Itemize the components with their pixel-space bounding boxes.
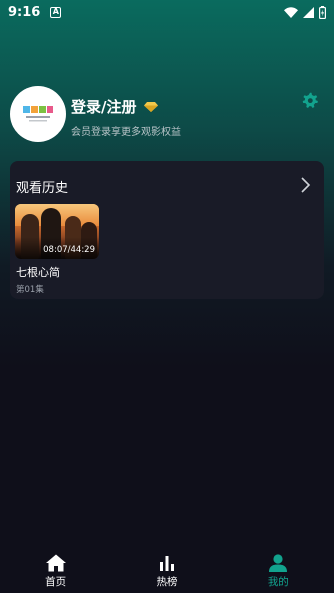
status-time: 9:16 [8, 4, 41, 20]
nav-mine[interactable]: 我的 [223, 550, 334, 593]
history-card: 观看历史 08:07/44:29 七根心简 第01集 [10, 161, 324, 299]
login-subtitle: 会员登录享更多观影权益 [71, 127, 181, 138]
login-register-link[interactable]: 登录/注册 [71, 96, 159, 117]
history-thumbnail[interactable]: 08:07/44:29 [15, 204, 99, 259]
avatar[interactable] [10, 86, 66, 142]
nav-mine-label: 我的 [267, 576, 289, 588]
nav-home-label: 首页 [45, 576, 67, 588]
status-icons [284, 5, 326, 19]
user-icon [269, 554, 288, 572]
wifi-icon [284, 6, 298, 18]
nav-hot[interactable]: 热榜 [111, 550, 222, 593]
status-bar: 9:16 A [0, 0, 334, 24]
nav-home[interactable]: 首页 [0, 550, 111, 593]
show-title[interactable]: 七根心简 [16, 264, 60, 280]
chevron-right-icon[interactable] [300, 177, 312, 193]
profile-screen: 9:16 A 登录/注册 会员登录享更多观影权益 观看历史 08:07/44:2… [0, 0, 334, 593]
home-icon [45, 554, 66, 572]
diamond-icon [144, 101, 159, 112]
signal-icon [303, 6, 314, 18]
app-logo-icon [23, 106, 53, 122]
login-label: 登录/注册 [71, 98, 137, 116]
notification-icon: A [50, 6, 62, 18]
nav-hot-label: 热榜 [156, 576, 178, 588]
battery-charging-icon [319, 5, 326, 19]
history-title: 观看历史 [16, 181, 69, 196]
episode-label: 第01集 [16, 285, 44, 295]
bottom-nav: 首页 热榜 我的 [0, 550, 334, 593]
watch-progress: 08:07/44:29 [43, 245, 95, 255]
gear-icon[interactable] [301, 92, 319, 110]
bar-chart-icon [159, 556, 174, 571]
